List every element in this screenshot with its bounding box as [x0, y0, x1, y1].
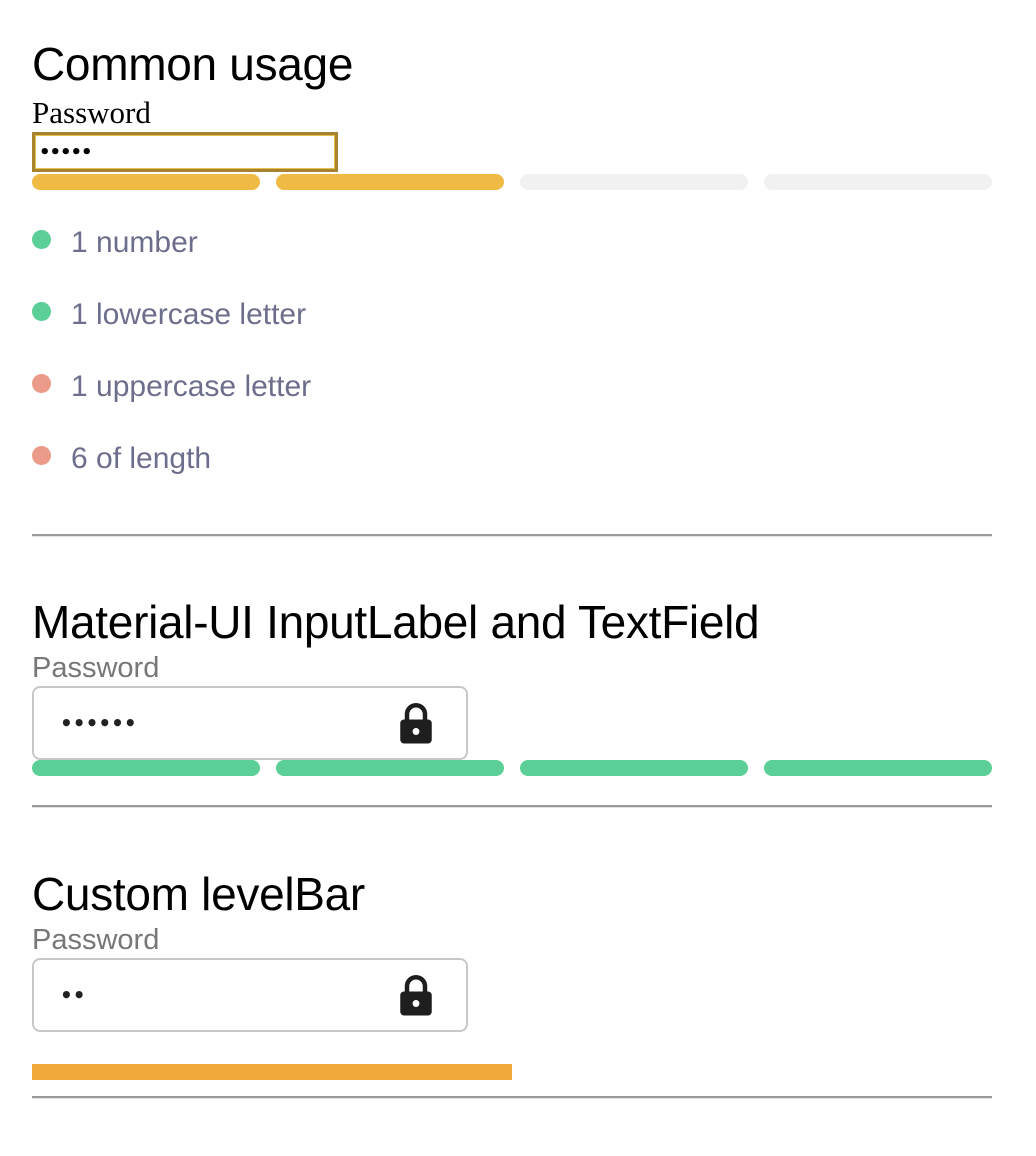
strength-segment	[520, 174, 748, 190]
rule-status-dot	[32, 446, 51, 465]
rule-text: 6 of length	[71, 442, 212, 475]
rule-item: 1 lowercase letter	[32, 298, 311, 370]
password-text-field[interactable]: ••	[32, 958, 468, 1032]
strength-level-bar	[32, 174, 992, 190]
section-title-material-ui: Material-UI InputLabel and TextField	[32, 596, 760, 648]
lock-icon	[400, 703, 432, 744]
strength-segment	[276, 760, 504, 776]
rule-status-dot	[32, 230, 51, 249]
password-label: Password	[32, 652, 160, 684]
section-title-custom-levelbar: Custom levelBar	[32, 868, 365, 920]
strength-segment	[32, 760, 260, 776]
password-masked-value: ••••••	[60, 711, 137, 735]
strength-level-bar	[32, 760, 992, 776]
strength-segment	[764, 174, 992, 190]
rule-status-dot	[32, 374, 51, 393]
password-rules-list: 1 number 1 lowercase letter 1 uppercase …	[32, 226, 311, 514]
section-title-common-usage: Common usage	[32, 38, 354, 90]
password-masked-value: ••	[60, 983, 86, 1007]
strength-segment	[764, 760, 992, 776]
rule-text: 1 uppercase letter	[71, 370, 312, 403]
password-input[interactable]: •••••	[32, 132, 338, 172]
rule-text: 1 lowercase letter	[71, 298, 307, 331]
rule-item: 1 uppercase letter	[32, 370, 311, 442]
password-label: Password	[32, 924, 160, 956]
custom-level-bar	[32, 1064, 512, 1080]
rule-item: 1 number	[32, 226, 311, 298]
password-text-field[interactable]: ••••••	[32, 686, 468, 760]
rule-item: 6 of length	[32, 442, 311, 514]
section-divider	[32, 1096, 992, 1098]
rule-status-dot	[32, 302, 51, 321]
strength-segment	[276, 174, 504, 190]
section-divider	[32, 534, 992, 536]
rule-text: 1 number	[71, 226, 198, 259]
section-divider	[32, 805, 992, 807]
lock-icon	[400, 975, 432, 1016]
password-label: Password	[32, 95, 151, 130]
strength-segment	[32, 174, 260, 190]
strength-segment	[520, 760, 748, 776]
